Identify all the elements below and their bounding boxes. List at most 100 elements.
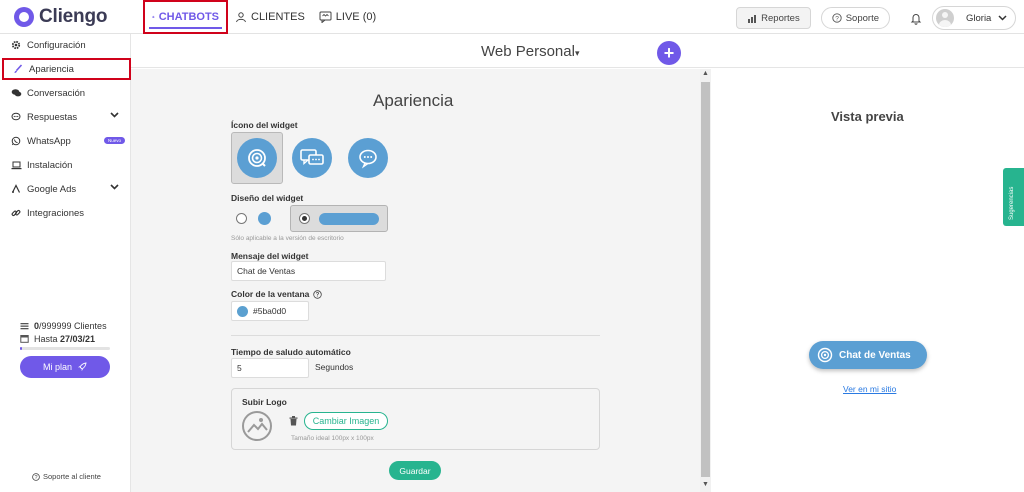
question-icon: ? — [32, 472, 40, 481]
sidebar-item-configuracion[interactable]: Configuración — [0, 34, 131, 56]
comment-icon — [11, 112, 21, 121]
sidebar-item-label: Apariencia — [29, 63, 74, 75]
cliengo-logo[interactable]: Cliengo — [14, 6, 107, 28]
tab-clientes[interactable]: CLIENTES — [228, 0, 312, 34]
chat-bubbles-icon — [300, 149, 324, 166]
sidebar-item-apariencia[interactable]: Apariencia — [2, 58, 131, 80]
design-round-radio[interactable] — [236, 213, 247, 224]
sidebar-item-label: Conversación — [27, 87, 86, 99]
chevron-down-icon[interactable] — [110, 112, 119, 118]
support-button[interactable]: ? Soporte — [820, 7, 890, 29]
active-tab-underline — [149, 27, 222, 29]
upload-logo-label: Subir Logo — [242, 397, 287, 407]
widget-message-label: Mensaje del widget — [231, 251, 309, 261]
sidebar-item-label: Google Ads — [27, 183, 77, 195]
widget-preview-label: Chat de Ventas — [839, 349, 911, 361]
sidebar-item-respuestas[interactable]: Respuestas — [0, 106, 131, 128]
scroll-thumb[interactable] — [701, 82, 710, 477]
brush-icon — [14, 64, 23, 73]
widget-message-input[interactable]: Chat de Ventas — [231, 261, 386, 281]
reports-label: Reportes — [761, 12, 800, 24]
logo-text: Cliengo — [39, 6, 108, 27]
greeting-time-input[interactable]: 5 — [231, 358, 309, 378]
question-icon: ? — [832, 13, 842, 23]
settings-scrollbar[interactable]: ▲ ▼ — [700, 69, 711, 492]
appearance-settings: Apariencia Ícono del widget Diseño del w… — [131, 69, 700, 492]
customer-support-link[interactable]: ? Soporte al cliente — [32, 472, 101, 481]
change-image-button[interactable]: Cambiar Imagen — [304, 412, 388, 430]
view-on-site-link[interactable]: Ver en mi sitio — [843, 384, 896, 394]
widget-icon-label: Ícono del widget — [231, 120, 298, 130]
window-color-input[interactable]: #5ba0d0 — [231, 301, 309, 321]
preview-title: Vista previa — [831, 109, 904, 124]
reports-button[interactable]: Reportes — [736, 7, 811, 29]
suggestions-tab[interactable]: Sugerencias — [1003, 168, 1024, 226]
bot-selector[interactable]: Web Personal▾ — [481, 43, 579, 60]
save-button[interactable]: Guardar — [389, 461, 441, 480]
bot-header: Web Personal▾ + — [131, 34, 1024, 68]
add-bot-button[interactable]: + — [657, 41, 681, 65]
sidebar-item-label: Instalación — [27, 159, 73, 171]
plan-progress-fill — [20, 347, 22, 350]
window-color-value: #5ba0d0 — [253, 306, 287, 316]
live-chat-icon — [319, 11, 332, 23]
google-ads-icon — [11, 184, 21, 193]
suggestions-label: Sugerencias — [1009, 186, 1015, 220]
sidebar-item-integraciones[interactable]: Integraciones — [0, 202, 131, 224]
greeting-time-unit: Segundos — [315, 362, 354, 372]
support-label: Soporte — [845, 12, 879, 24]
chevron-down-icon[interactable] — [110, 184, 119, 190]
sidebar-item-instalacion[interactable]: Instalación — [0, 154, 131, 176]
sidebar-item-whatsapp[interactable]: WhatsApp Nuevo — [0, 130, 131, 152]
sidebar-item-google-ads[interactable]: Google Ads — [0, 178, 131, 200]
tab-clientes-label: CLIENTES — [251, 11, 305, 23]
widget-preview[interactable]: Chat de Ventas — [809, 341, 927, 369]
sidebar-item-label: Integraciones — [27, 207, 85, 219]
clients-icon — [236, 12, 246, 23]
calendar-icon — [20, 335, 29, 343]
customer-support-label: Soporte al cliente — [43, 472, 101, 481]
top-nav: CHATBOTS CLIENTES LIVE (0) — [143, 0, 383, 34]
target-chat-icon — [248, 149, 266, 167]
scroll-down-icon[interactable]: ▼ — [702, 481, 709, 488]
gear-icon — [11, 40, 21, 50]
widget-icon-option-1[interactable] — [237, 138, 277, 178]
image-size-hint: Tamaño ideal 100px x 100px — [291, 435, 374, 442]
help-icon[interactable]: ? — [313, 289, 323, 299]
laptop-icon — [11, 161, 21, 169]
chevron-down-icon — [998, 15, 1007, 21]
my-plan-label: Mi plan — [42, 362, 72, 372]
top-bar: Cliengo CHATBOTS CLIENTES LIVE (0) Repor… — [0, 0, 1024, 34]
sidebar-item-label: Configuración — [27, 39, 86, 51]
users-icon — [20, 322, 29, 329]
bot-name: Web Personal — [481, 43, 575, 60]
divider — [231, 335, 600, 336]
upload-logo-section: Subir Logo Cambiar Imagen Tamaño ideal 1… — [231, 388, 600, 450]
tab-chatbots[interactable]: CHATBOTS — [143, 0, 228, 34]
sidebar: Configuración Apariencia Conversación Re… — [0, 34, 131, 492]
scroll-up-icon[interactable]: ▲ — [702, 70, 709, 77]
window-color-label: Color de la ventana ? — [231, 289, 323, 299]
new-badge: Nuevo — [103, 137, 125, 144]
avatar — [936, 9, 954, 27]
link-icon — [11, 210, 21, 216]
tab-live[interactable]: LIVE (0) — [312, 0, 383, 34]
bell-icon[interactable] — [910, 12, 922, 25]
plan-progress-bar — [20, 347, 110, 350]
my-plan-button[interactable]: Mi plan — [20, 356, 110, 378]
widget-icon-option-3[interactable] — [348, 138, 388, 178]
trash-icon[interactable] — [289, 416, 298, 426]
design-pill-radio[interactable] — [299, 213, 310, 224]
image-placeholder-icon — [242, 411, 272, 441]
tab-live-label: LIVE (0) — [335, 11, 377, 23]
plan-until-date: 27/03/21 — [60, 333, 96, 344]
sidebar-item-label: Respuestas — [27, 111, 78, 123]
svg-text:?: ? — [34, 475, 37, 481]
whatsapp-icon — [11, 136, 21, 146]
design-pill-preview — [319, 213, 379, 225]
plan-clients: 0/999999 Clientes — [20, 319, 107, 332]
design-pill-option[interactable] — [290, 205, 388, 232]
widget-icon-option-2[interactable] — [292, 138, 332, 178]
sidebar-item-conversacion[interactable]: Conversación — [0, 82, 131, 104]
user-menu[interactable]: Gloria — [932, 6, 1016, 30]
